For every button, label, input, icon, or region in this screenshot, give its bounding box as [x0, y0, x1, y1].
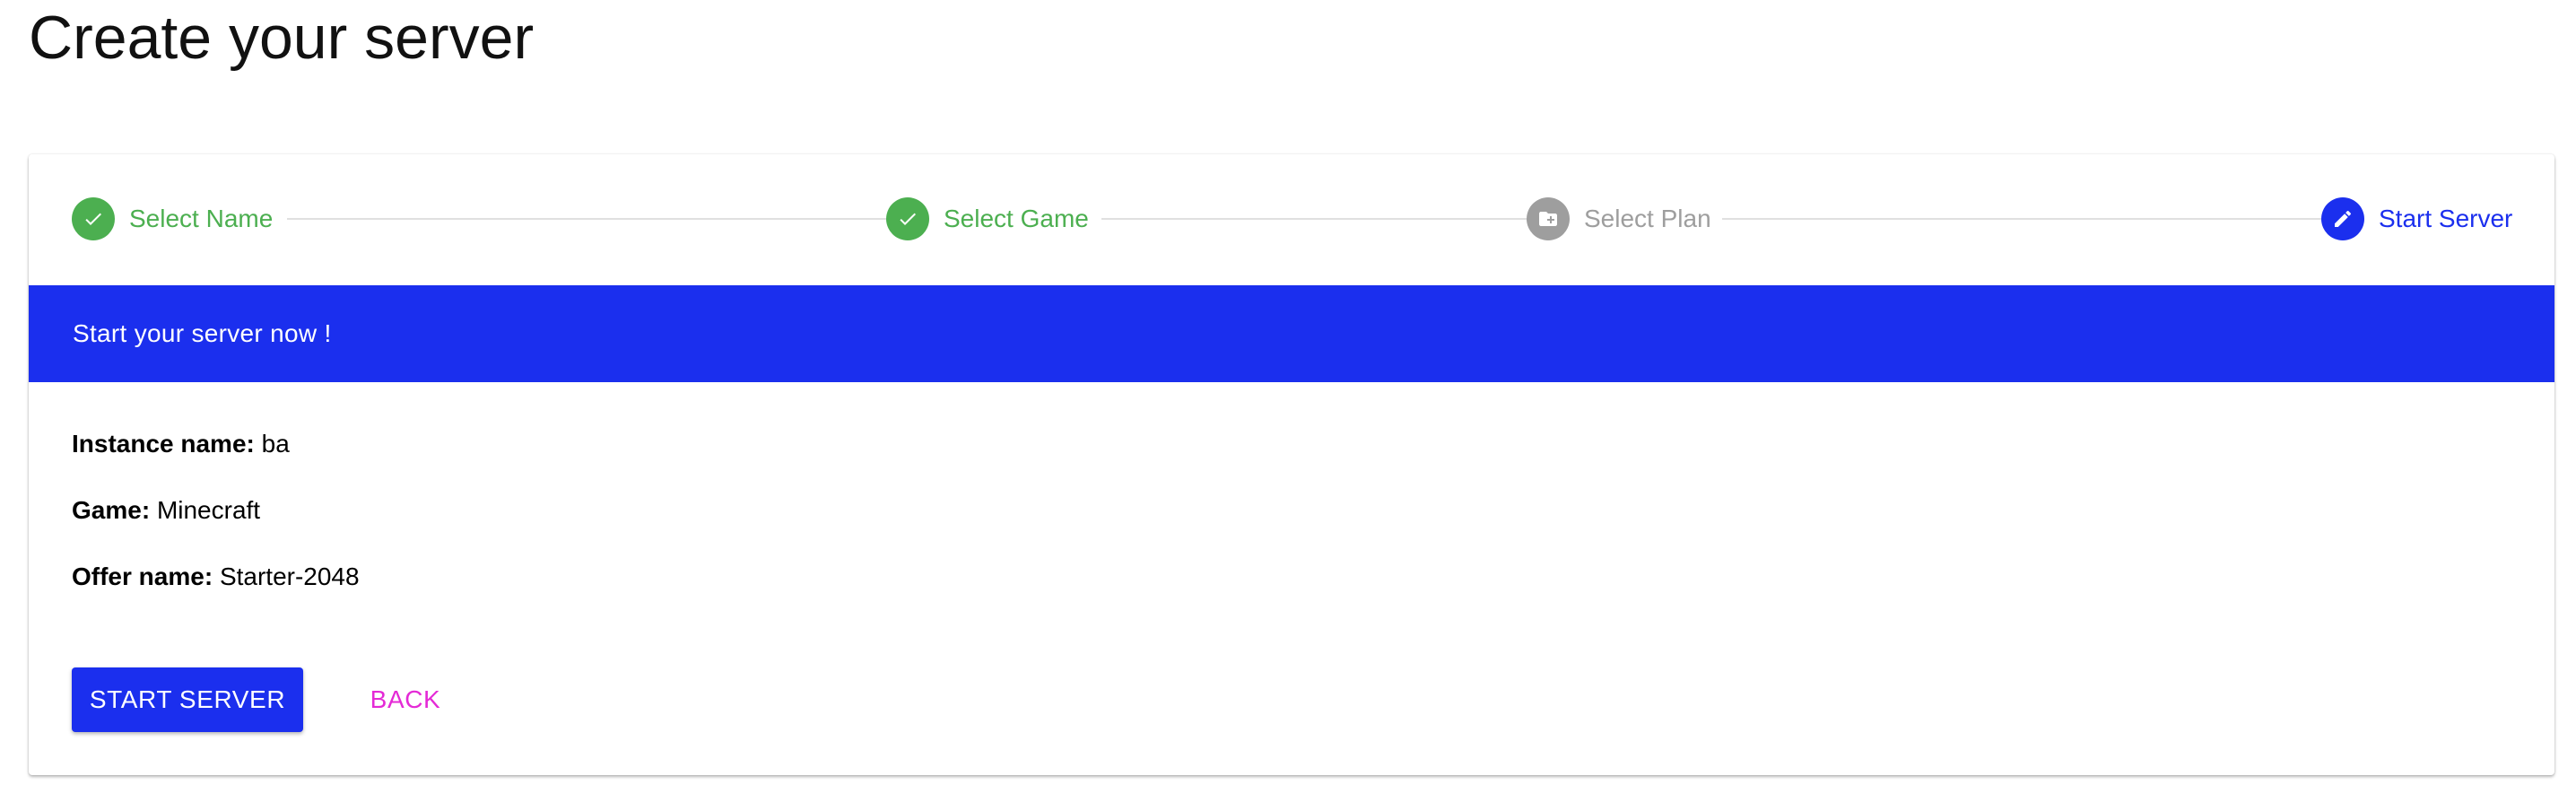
game-label: Game:	[72, 496, 151, 524]
step-start-server[interactable]: Start Server	[2321, 196, 2512, 241]
step-label: Start Server	[2379, 205, 2513, 232]
instance-name-value: ba	[261, 430, 290, 458]
step-select-name[interactable]: Select Name	[72, 196, 273, 241]
step-connector	[1101, 218, 1539, 220]
step-select-plan[interactable]: Select Plan	[1527, 196, 1711, 241]
step-label: Select Game	[944, 205, 1089, 232]
banner-text: Start your server now !	[73, 319, 332, 347]
step-label: Select Name	[129, 205, 274, 232]
check-icon	[886, 197, 929, 240]
start-server-button[interactable]: START SERVER	[72, 667, 303, 732]
offer-name-value: Starter-2048	[219, 562, 360, 590]
game-row: Game: Minecraft	[72, 495, 260, 526]
offer-name-label: Offer name:	[72, 562, 213, 590]
game-value: Minecraft	[156, 496, 261, 524]
instance-name-label: Instance name:	[72, 430, 255, 458]
step-connector	[1722, 218, 2337, 220]
check-icon	[72, 197, 115, 240]
step-label: Select Plan	[1584, 205, 1711, 232]
instance-name-row: Instance name: ba	[72, 429, 290, 459]
back-button[interactable]: BACK	[344, 667, 466, 732]
step-select-game[interactable]: Select Game	[886, 196, 1089, 241]
plan-folder-icon	[1527, 197, 1570, 240]
offer-name-row: Offer name: Starter-2048	[72, 562, 360, 592]
create-server-card: Select Name Select Game Select Plan Star…	[29, 154, 2554, 775]
page-title: Create your server	[29, 4, 535, 72]
step-banner: Start your server now !	[29, 285, 2554, 382]
step-connector	[287, 218, 899, 220]
stepper: Select Name Select Game Select Plan Star…	[29, 154, 2554, 285]
pencil-icon	[2321, 197, 2364, 240]
